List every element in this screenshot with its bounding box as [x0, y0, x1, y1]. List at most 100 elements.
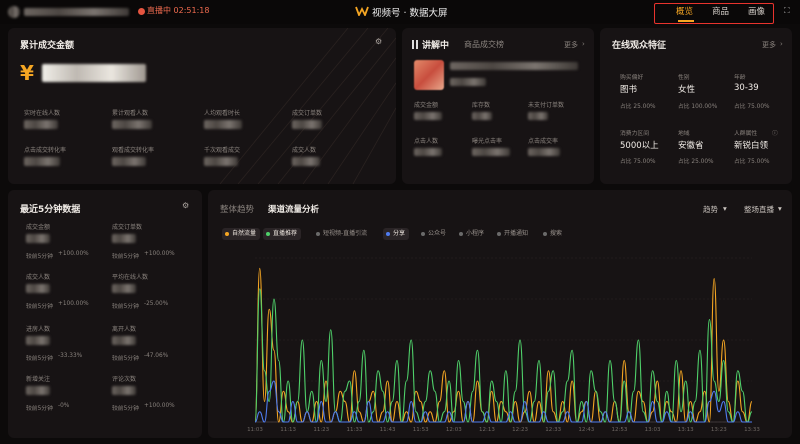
channel-chip[interactable]: 小程序 — [456, 228, 488, 240]
settings-sliders-icon[interactable]: ⚙ — [182, 201, 189, 210]
recent-title: 最近5分钟数据 — [20, 205, 81, 215]
recent-metric-value-blurred — [112, 386, 136, 395]
summary-card: 累计成交金额 ⚙ ¥ 实时在线人数 累计观看人数 人均观看时长 成交订单数 点击… — [8, 28, 396, 184]
channel-chip[interactable]: 自然流量 — [222, 228, 261, 240]
metric-value-blurred — [112, 157, 146, 166]
recent-metric-label: 进房人数 — [26, 326, 51, 333]
product-metric-value-blurred — [472, 148, 510, 156]
recent-compare-label: 较前5分钟 — [112, 356, 139, 362]
recent-delta: -47.06% — [144, 353, 169, 359]
channel-chip[interactable]: 分享 — [383, 228, 410, 240]
recent-metric-label: 新增关注 — [26, 376, 51, 383]
scope-dropdown[interactable]: 整场直播 — [744, 204, 774, 215]
channels-logo-icon — [355, 6, 369, 16]
chip-color-dot-icon — [497, 232, 501, 236]
fullscreen-icon[interactable]: ⛶ — [784, 6, 790, 16]
product-metric-value-blurred — [414, 112, 442, 120]
metric-label: 成交订单数 — [292, 110, 323, 117]
live-indicator-icon — [138, 8, 145, 15]
product-more-link[interactable]: 更多 — [564, 40, 578, 50]
product-metric-label: 库存数 — [472, 102, 491, 109]
metric-label: 实时在线人数 — [24, 110, 61, 117]
recent-delta: +100.00% — [144, 251, 175, 257]
product-card: 讲解中 商品成交榜 更多 › 成交金额 库存数 未支付订单数 点击人数 曝光点击… — [402, 28, 594, 184]
metric-value-blurred — [112, 120, 152, 129]
summary-title: 累计成交金额 — [20, 41, 75, 51]
recent-compare-label: 较前5分钟 — [26, 304, 53, 310]
chip-label: 分享 — [393, 230, 406, 237]
chip-label: 直播推荐 — [273, 230, 298, 237]
chevron-down-icon[interactable]: ▾ — [723, 204, 727, 213]
recent-delta: +100.00% — [58, 251, 89, 257]
channel-chip[interactable]: 公众号 — [418, 228, 450, 240]
trait-label: 年龄 — [734, 75, 746, 81]
trait-value: 新锐白领 — [734, 141, 769, 151]
audience-more-link[interactable]: 更多 — [762, 40, 776, 50]
settings-sliders-icon[interactable]: ⚙ — [375, 37, 382, 46]
account-name-blurred — [24, 8, 129, 16]
chip-color-dot-icon — [543, 232, 547, 236]
info-icon[interactable]: ⓘ — [772, 128, 778, 137]
chip-label: 自然流量 — [232, 230, 257, 237]
channel-chip[interactable]: 短视频-直播引流 — [313, 228, 371, 240]
metric-label: 累计观看人数 — [112, 110, 149, 117]
account-avatar — [8, 6, 20, 18]
chevron-right-icon[interactable]: › — [780, 40, 783, 48]
channel-chip[interactable]: 开播通知 — [494, 228, 532, 240]
tab-profile[interactable]: 画像 — [748, 5, 765, 17]
trait-share: 占比 75.00% — [734, 104, 770, 110]
chevron-down-icon[interactable]: ▾ — [778, 204, 782, 213]
product-thumbnail[interactable] — [414, 60, 444, 90]
trait-value: 女性 — [678, 85, 696, 95]
recent-metric-label: 离开人数 — [112, 326, 137, 333]
recent-compare-label: 较前5分钟 — [112, 406, 139, 412]
audience-title: 在线观众特征 — [612, 41, 667, 51]
product-metric-value-blurred — [528, 112, 548, 120]
tab-product-ranking[interactable]: 商品成交榜 — [464, 39, 504, 50]
recent-compare-label: 较前5分钟 — [26, 406, 53, 412]
product-name-blurred — [450, 62, 578, 70]
recent-metric-label: 成交金额 — [26, 224, 51, 231]
tab-channel-analysis[interactable]: 渠道流量分析 — [268, 203, 319, 215]
recent-metric-value-blurred — [26, 284, 50, 293]
tab-products[interactable]: 商品 — [712, 5, 729, 17]
recent-metric-value-blurred — [112, 284, 136, 293]
recent-compare-label: 较前5分钟 — [26, 254, 53, 260]
chip-label: 搜索 — [550, 230, 563, 237]
chip-color-dot-icon — [225, 232, 229, 236]
tab-overall-trend[interactable]: 整体趋势 — [220, 203, 254, 215]
recent-metric-value-blurred — [26, 386, 50, 395]
channel-chip[interactable]: 直播推荐 — [263, 228, 302, 240]
chip-color-dot-icon — [266, 232, 270, 236]
metric-label: 点击成交转化率 — [24, 147, 67, 154]
chevron-right-icon[interactable]: › — [582, 40, 585, 48]
metric-label: 观看成交转化率 — [112, 147, 155, 154]
tab-overview[interactable]: 概览 — [676, 5, 693, 17]
trait-share: 占比 100.00% — [678, 104, 718, 110]
recent-metric-label: 成交订单数 — [112, 224, 143, 231]
live-status: 直播中 02:51:18 — [147, 6, 210, 15]
chip-color-dot-icon — [316, 232, 320, 236]
trait-value: 5000以上 — [620, 141, 659, 151]
recent-metric-label: 成交人数 — [26, 274, 51, 281]
chip-color-dot-icon — [421, 232, 425, 236]
tab-explaining[interactable]: 讲解中 — [422, 38, 449, 51]
product-metric-value-blurred — [472, 112, 492, 120]
recent-metric-value-blurred — [26, 336, 50, 345]
product-metric-label: 点击人数 — [414, 138, 439, 145]
metric-value-blurred — [292, 120, 322, 129]
chip-label: 小程序 — [466, 230, 485, 237]
recent-compare-label: 较前5分钟 — [112, 254, 139, 260]
product-metric-value-blurred — [414, 148, 442, 156]
metric-value-blurred — [24, 157, 60, 166]
recent-metric-value-blurred — [112, 234, 136, 243]
recent-delta: -0% — [58, 403, 70, 409]
trend-dropdown[interactable]: 趋势 — [703, 204, 718, 215]
recent-metric-value-blurred — [112, 336, 136, 345]
channel-chip[interactable]: 搜索 — [540, 228, 566, 240]
explaining-marker-icon — [416, 40, 418, 49]
recent-metric-label: 评论次数 — [112, 376, 137, 383]
total-amount-blurred — [42, 64, 146, 82]
chip-color-dot-icon — [459, 232, 463, 236]
product-metric-value-blurred — [528, 148, 560, 156]
